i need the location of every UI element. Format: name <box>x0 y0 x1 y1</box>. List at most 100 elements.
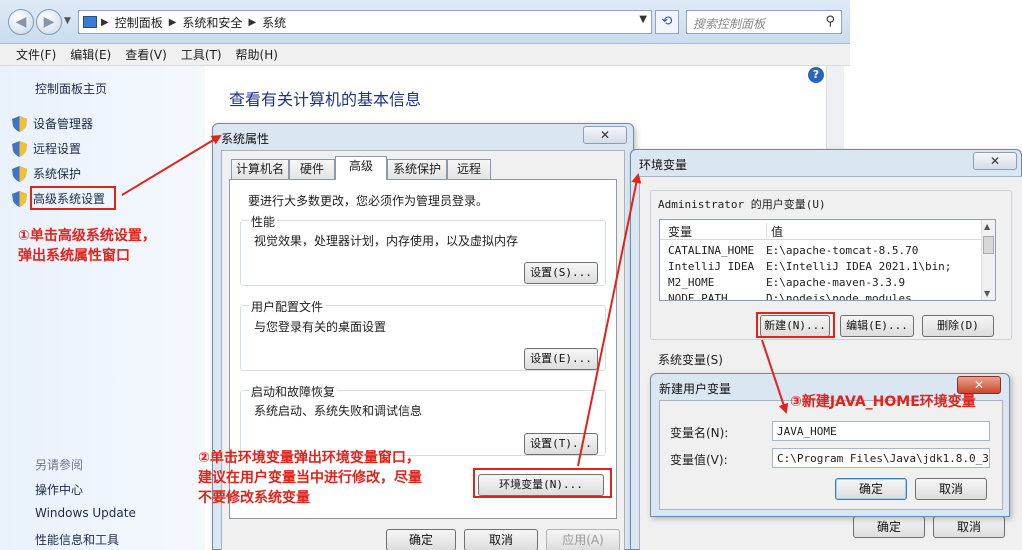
delete-user-variable-button[interactable]: 删除(D) <box>922 315 994 337</box>
newvar-cancel-button[interactable]: 取消 <box>915 478 987 500</box>
tab-hardware[interactable]: 硬件 <box>289 159 335 179</box>
group-title: 启动和故障恢复 <box>249 383 338 400</box>
edit-user-variable-button[interactable]: 编辑(E)... <box>840 315 914 337</box>
performance-desc: 视觉效果，处理器计划，内存使用，以及虚拟内存 <box>254 234 519 248</box>
breadcrumb-separator-icon: ▶ <box>101 16 109 28</box>
envvars-cancel-button[interactable]: 取消 <box>933 516 1005 538</box>
highlight-box <box>473 468 612 498</box>
sidebar-item-device-manager[interactable]: 设备管理器 <box>12 115 93 132</box>
table-row[interactable]: NODE_PATH D:\nodejs\node_modules <box>660 292 981 301</box>
startup-recovery-desc: 系统启动、系统失败和调试信息 <box>254 404 423 418</box>
shield-icon <box>12 115 27 132</box>
dialog-title: 环境变量 <box>639 158 688 172</box>
dialog-titlebar[interactable]: 系统属性 ✕ <box>213 124 633 150</box>
sidebar <box>0 66 205 550</box>
search-input[interactable]: 搜索控制面板 ⚲ <box>686 10 842 34</box>
menu-view[interactable]: 查看(V) <box>125 46 167 63</box>
newvar-ok-button[interactable]: 确定 <box>835 478 907 500</box>
dialog-titlebar[interactable]: 环境变量 ✕ <box>631 150 1021 176</box>
see-also-title: 另请参阅 <box>35 458 84 472</box>
annotation-line: 不要修改系统变量 <box>198 490 310 506</box>
recent-pages-chevron-icon[interactable]: ▼ <box>64 16 71 26</box>
user-profile-settings-button[interactable]: 设置(E)... <box>524 348 598 370</box>
chevron-down-icon[interactable]: ▼ <box>639 14 647 25</box>
address-bar: ◀ ▶ ▼ ▶ 控制面板 ▶ 系统和安全 ▶ 系统 ▼ ⟲ 搜索控制面板 ⚲ <box>0 0 850 44</box>
envvars-ok-button[interactable]: 确定 <box>853 516 925 538</box>
row-variable-value: E:\IntelliJ IDEA 2021.1\bin; <box>766 260 952 273</box>
sidebar-home-link[interactable]: 控制面板主页 <box>35 80 107 97</box>
row-variable-name: CATALINA_HOME <box>668 244 755 257</box>
help-icon[interactable]: ? <box>808 67 824 83</box>
dialog-title: 新建用户变量 <box>659 382 732 396</box>
annotation-line: 弹出系统属性窗口 <box>18 248 130 264</box>
menu-help[interactable]: 帮助(H) <box>236 46 278 63</box>
table-row[interactable]: CATALINA_HOME E:\apache-tomcat-8.5.70 <box>660 244 981 260</box>
menu-bar: 文件(F) 编辑(E) 查看(V) 工具(T) 帮助(H) <box>0 44 850 66</box>
refresh-button[interactable]: ⟲ <box>655 10 679 34</box>
shield-icon <box>12 140 27 157</box>
control-panel-icon <box>83 16 97 28</box>
dialog-title: 系统属性 <box>221 132 270 146</box>
annotation-line: ①单击高级系统设置， <box>18 228 156 244</box>
sysprops-ok-button[interactable]: 确定 <box>386 529 456 550</box>
group-title: 性能 <box>249 213 278 230</box>
menu-edit[interactable]: 编辑(E) <box>70 46 111 63</box>
shield-icon <box>12 165 27 182</box>
see-also-windows-update[interactable]: Windows Update <box>35 506 136 520</box>
breadcrumb-item[interactable]: 系统 <box>262 14 286 31</box>
user-profile-desc: 与您登录有关的桌面设置 <box>254 320 387 334</box>
scroll-thumb[interactable] <box>983 236 994 254</box>
breadcrumb-separator-icon: ▶ <box>248 16 257 28</box>
performance-settings-button[interactable]: 设置(S)... <box>524 262 598 284</box>
forward-arrow-icon[interactable]: ▶ <box>36 9 62 35</box>
tab-remote[interactable]: 远程 <box>447 159 491 179</box>
table-row[interactable]: IntelliJ IDEA E:\IntelliJ IDEA 2021.1\bi… <box>660 260 981 276</box>
variable-name-label: 变量名(N): <box>670 426 729 440</box>
close-icon[interactable]: ✕ <box>583 126 627 144</box>
startup-recovery-settings-button[interactable]: 设置(T)... <box>524 433 598 455</box>
tab-computer-name[interactable]: 计算机名 <box>231 159 289 179</box>
variable-name-field[interactable]: JAVA_HOME <box>772 421 990 441</box>
search-icon[interactable]: ⚲ <box>825 14 835 29</box>
shield-icon <box>12 190 27 207</box>
menu-file[interactable]: 文件(F) <box>16 46 56 63</box>
column-header-variable[interactable]: 变量 <box>668 223 692 240</box>
breadcrumb-item[interactable]: 控制面板 <box>115 14 163 31</box>
system-variables-section-label: 系统变量(S) <box>658 353 723 367</box>
address-field[interactable]: ▶ 控制面板 ▶ 系统和安全 ▶ 系统 ▼ <box>78 10 652 34</box>
admin-note: 要进行大多数更改，您必须作为管理员登录。 <box>248 194 489 208</box>
annotation-step-2: ②单击环境变量弹出环境变量窗口， 建议在用户变量当中进行修改，尽量 不要修改系统… <box>198 448 422 508</box>
sidebar-item-system-protection[interactable]: 系统保护 <box>12 165 81 182</box>
highlight-box <box>756 312 835 338</box>
sidebar-item-remote-settings[interactable]: 远程设置 <box>12 140 81 157</box>
user-variables-list[interactable]: 变量 值 CATALINA_HOME E:\apache-tomcat-8.5.… <box>659 219 996 301</box>
variable-value-label: 变量值(V): <box>670 453 728 467</box>
sysprops-cancel-button[interactable]: 取消 <box>464 529 538 550</box>
annotation-line: 建议在用户变量当中进行修改，尽量 <box>198 470 422 486</box>
menu-tools[interactable]: 工具(T) <box>181 46 222 63</box>
tab-advanced[interactable]: 高级 <box>335 156 387 180</box>
row-variable-value: E:\apache-maven-3.3.9 <box>766 276 906 289</box>
group-title: 用户配置文件 <box>249 298 326 315</box>
row-variable-name: NODE_PATH <box>668 292 728 301</box>
sidebar-item-label: 系统保护 <box>33 167 82 181</box>
see-also-action-center[interactable]: 操作中心 <box>35 481 83 498</box>
close-icon[interactable]: ✕ <box>973 152 1017 170</box>
sysprops-apply-button[interactable]: 应用(A) <box>546 529 620 550</box>
tab-system-protection[interactable]: 系统保护 <box>387 159 447 179</box>
table-row[interactable]: M2_HOME E:\apache-maven-3.3.9 <box>660 276 981 292</box>
search-placeholder: 搜索控制面板 <box>693 17 766 31</box>
breadcrumb-separator-icon: ▶ <box>168 16 177 28</box>
variable-value-field[interactable]: C:\Program Files\Java\jdk1.8.0_311 <box>772 448 990 468</box>
list-scrollbar[interactable]: ▲ ▼ <box>981 220 995 300</box>
scroll-up-icon[interactable]: ▲ <box>984 222 990 231</box>
column-header-value[interactable]: 值 <box>766 223 783 240</box>
back-arrow-icon[interactable]: ◀ <box>8 9 34 35</box>
row-variable-value: D:\nodejs\node_modules <box>766 292 912 301</box>
row-variable-name: IntelliJ IDEA <box>668 260 755 273</box>
breadcrumb-item[interactable]: 系统和安全 <box>182 14 242 31</box>
annotation-step-3: ③新建JAVA_HOME环境变量 <box>790 394 976 410</box>
see-also-performance[interactable]: 性能信息和工具 <box>35 531 119 548</box>
row-variable-value: E:\apache-tomcat-8.5.70 <box>766 244 919 257</box>
scroll-down-icon[interactable]: ▼ <box>984 289 990 298</box>
